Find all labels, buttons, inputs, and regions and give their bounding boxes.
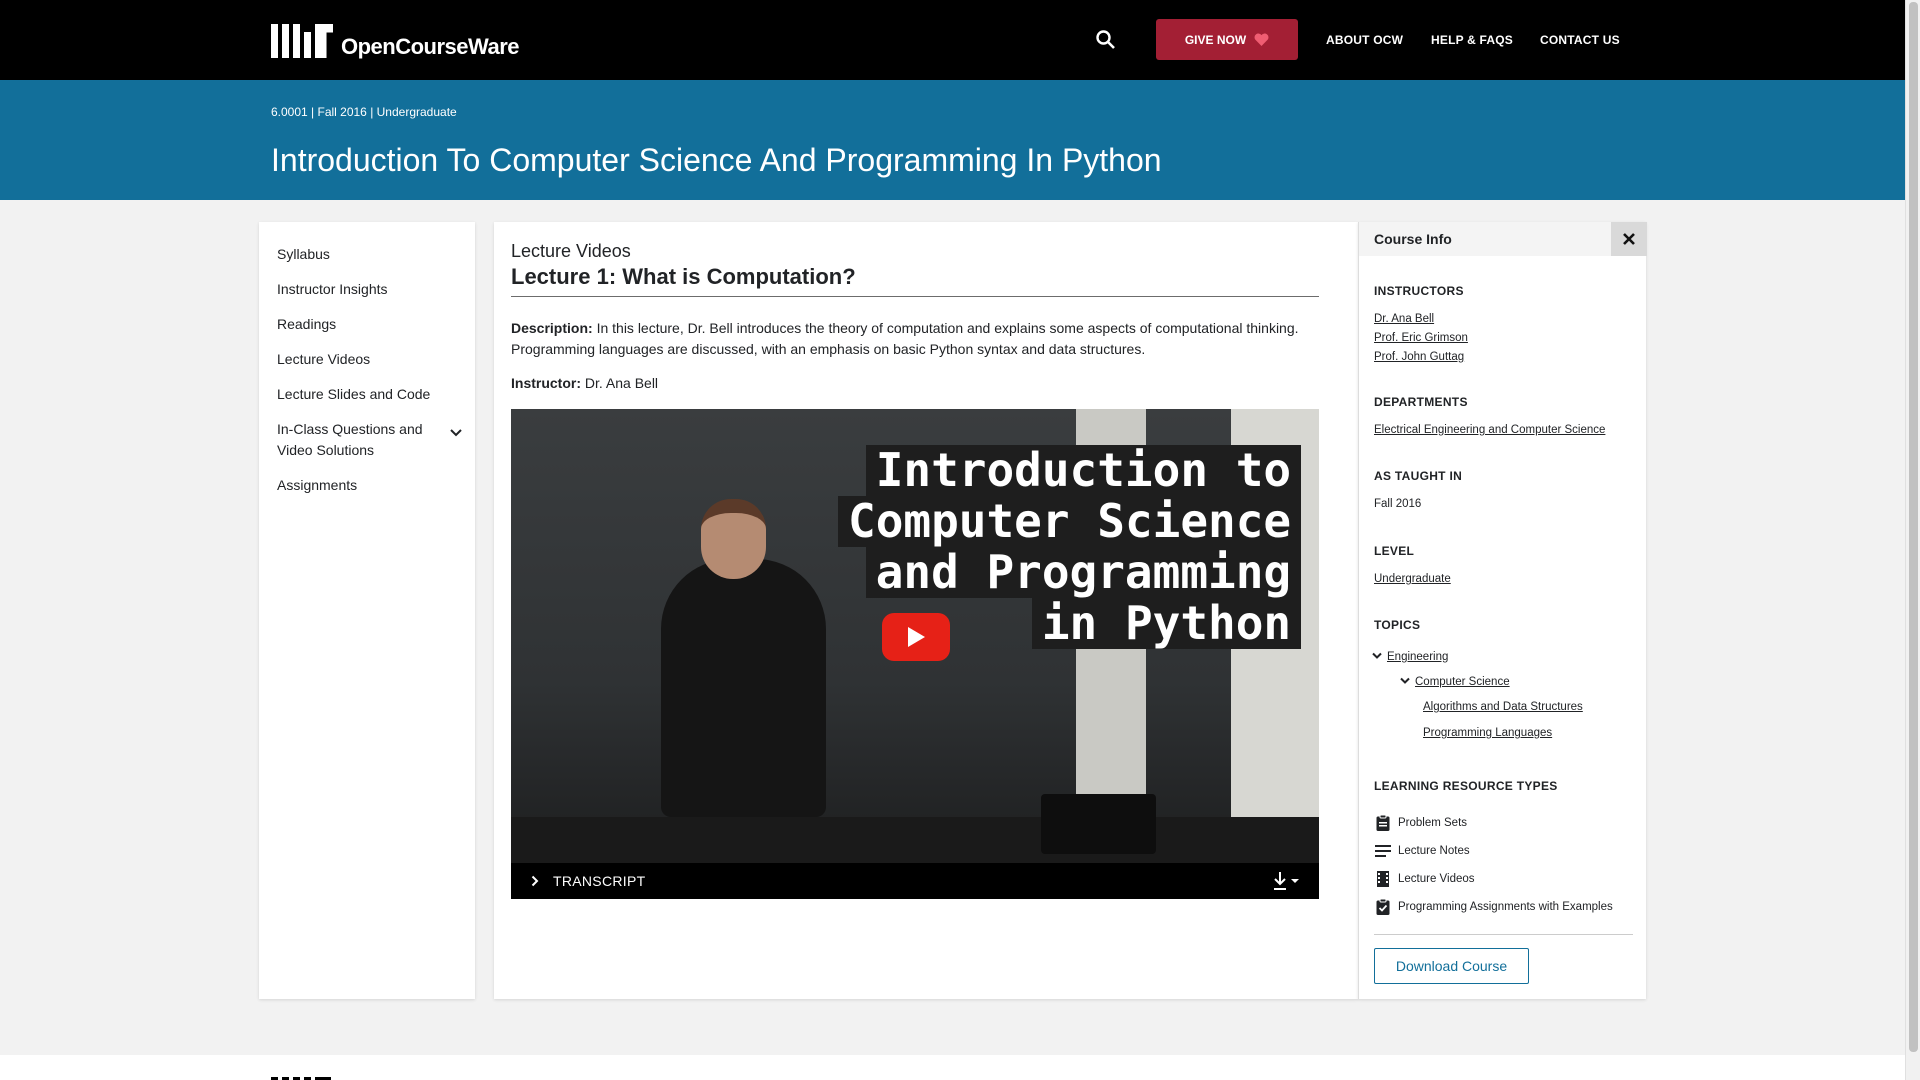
overlay-line: and Programming <box>865 547 1302 598</box>
sidebar-item-readings[interactable]: Readings <box>259 314 475 335</box>
clipboard-icon <box>1376 814 1390 831</box>
nav-about-ocw[interactable]: ABOUT OCW <box>1326 33 1403 47</box>
topic-link-algorithms[interactable]: Algorithms and Data Structures <box>1423 701 1583 713</box>
search-icon[interactable] <box>1094 28 1118 52</box>
departments-heading: DEPARTMENTS <box>1374 395 1468 409</box>
level-heading: LEVEL <box>1374 544 1415 558</box>
chevron-down-icon[interactable] <box>449 428 463 438</box>
play-icon <box>908 627 925 647</box>
topic-link-engineering[interactable]: Engineering <box>1387 651 1448 663</box>
sidebar-item-assignments[interactable]: Assignments <box>259 475 475 496</box>
course-banner: 6.0001 | Fall 2016 | Undergraduate Intro… <box>0 80 1905 200</box>
lecture-instructor: Instructor: Dr. Ana Bell <box>511 375 658 391</box>
top-navbar: OpenCourseWare GIVE NOW ABOUT OCW HELP &… <box>0 0 1905 80</box>
notes-icon <box>1375 845 1391 857</box>
description-label: Description: <box>511 320 593 336</box>
taught-heading: AS TAUGHT IN <box>1374 469 1463 483</box>
chevron-down-icon[interactable] <box>1372 652 1382 660</box>
divider <box>511 296 1319 297</box>
topic-link-programming-languages[interactable]: Programming Languages <box>1423 727 1552 739</box>
main-content: Lecture Videos Lecture 1: What is Comput… <box>494 222 1358 999</box>
play-button[interactable] <box>882 613 950 661</box>
mit-ocw-logo[interactable]: OpenCourseWare <box>271 24 520 59</box>
lecture-title: Lecture 1: What is Computation? <box>511 264 856 289</box>
sidebar-item-lecture-videos[interactable]: Lecture Videos <box>259 349 475 370</box>
give-now-button[interactable]: GIVE NOW <box>1156 19 1298 60</box>
course-title: Introduction To Computer Science And Pro… <box>271 142 1162 178</box>
resource-type-problem-sets[interactable]: Problem Sets <box>1374 814 1467 832</box>
breadcrumb: 6.0001 | Fall 2016 | Undergraduate <box>271 105 457 119</box>
download-icon[interactable] <box>1271 871 1301 891</box>
divider <box>1374 934 1633 935</box>
taught-value: Fall 2016 <box>1374 498 1422 510</box>
transcript-bar: TRANSCRIPT <box>511 863 1319 899</box>
nav-help-faqs[interactable]: HELP & FAQS <box>1431 33 1513 47</box>
instructor-link[interactable]: Prof. John Guttag <box>1374 351 1464 363</box>
level-link[interactable]: Undergraduate <box>1374 573 1451 585</box>
clipboard-check-icon <box>1376 898 1390 915</box>
download-course-button[interactable]: Download Course <box>1374 948 1529 984</box>
thumbnail-lecturer-head <box>701 499 766 579</box>
transcript-toggle[interactable]: TRANSCRIPT <box>553 873 645 889</box>
resource-type-label: Lecture Videos <box>1398 873 1475 885</box>
chevron-right-icon[interactable] <box>531 875 539 887</box>
overlay-line: Introduction to <box>865 445 1302 496</box>
thumbnail-laptop <box>1041 794 1156 854</box>
sidebar-item-syllabus[interactable]: Syllabus <box>259 244 475 265</box>
topics-heading: TOPICS <box>1374 618 1421 632</box>
instructor-name: Dr. Ana Bell <box>581 375 659 391</box>
thumbnail-desk <box>511 817 1319 863</box>
resource-type-label: Lecture Notes <box>1398 845 1470 857</box>
resource-type-label: Programming Assignments with Examples <box>1398 901 1613 913</box>
resource-type-lecture-notes[interactable]: Lecture Notes <box>1374 842 1470 860</box>
overlay-line: Computer Science <box>838 496 1302 547</box>
film-icon <box>1377 871 1389 887</box>
logo-text: OpenCourseWare <box>341 34 520 59</box>
mit-logo-icon <box>271 24 333 58</box>
nav-contact-us[interactable]: CONTACT US <box>1540 33 1620 47</box>
page: OpenCourseWare GIVE NOW ABOUT OCW HELP &… <box>0 0 1905 1080</box>
heart-icon <box>1254 33 1269 46</box>
thumbnail-lecturer <box>661 559 826 817</box>
section-label: Lecture Videos <box>511 241 631 261</box>
sidebar-item-in-class-questions[interactable]: In-Class Questions and Video Solutions <box>259 419 475 461</box>
instructor-link[interactable]: Prof. Eric Grimson <box>1374 332 1468 344</box>
resource-types-heading: LEARNING RESOURCE TYPES <box>1374 779 1558 793</box>
sidebar-item-instructor-insights[interactable]: Instructor Insights <box>259 279 475 300</box>
resource-type-lecture-videos[interactable]: Lecture Videos <box>1374 870 1475 888</box>
resource-type-programming-assignments[interactable]: Programming Assignments with Examples <box>1374 898 1613 916</box>
resource-type-label: Problem Sets <box>1398 817 1468 829</box>
scrollbar-thumb[interactable] <box>1909 2 1918 1052</box>
course-info-header: Course Info <box>1359 222 1647 256</box>
page-scrollbar[interactable] <box>1905 0 1920 1080</box>
instructor-label: Instructor: <box>511 375 581 391</box>
video-player[interactable]: Introduction to Computer Science and Pro… <box>511 409 1319 863</box>
overlay-line: in Python <box>1031 598 1302 649</box>
give-now-label: GIVE NOW <box>1184 32 1247 47</box>
lecture-description: Description: In this lecture, Dr. Bell i… <box>511 318 1319 360</box>
description-text: In this lecture, Dr. Bell introduces the… <box>511 320 1299 357</box>
footer <box>0 1055 1905 1080</box>
sidebar-item-label: In-Class Questions and Video Solutions <box>277 421 423 458</box>
chevron-down-icon[interactable] <box>1400 677 1410 685</box>
instructors-heading: INSTRUCTORS <box>1374 284 1464 298</box>
instructor-link[interactable]: Dr. Ana Bell <box>1374 313 1434 325</box>
sidebar-item-lecture-slides[interactable]: Lecture Slides and Code <box>259 384 475 405</box>
close-icon[interactable] <box>1611 222 1647 256</box>
course-info-panel: Course Info INSTRUCTORS Dr. Ana Bell Pro… <box>1358 222 1647 999</box>
department-link[interactable]: Electrical Engineering and Computer Scie… <box>1374 424 1605 436</box>
course-sidebar: Syllabus Instructor Insights Readings Le… <box>259 222 475 999</box>
topic-link-computer-science[interactable]: Computer Science <box>1415 676 1510 688</box>
course-info-title: Course Info <box>1374 231 1452 247</box>
